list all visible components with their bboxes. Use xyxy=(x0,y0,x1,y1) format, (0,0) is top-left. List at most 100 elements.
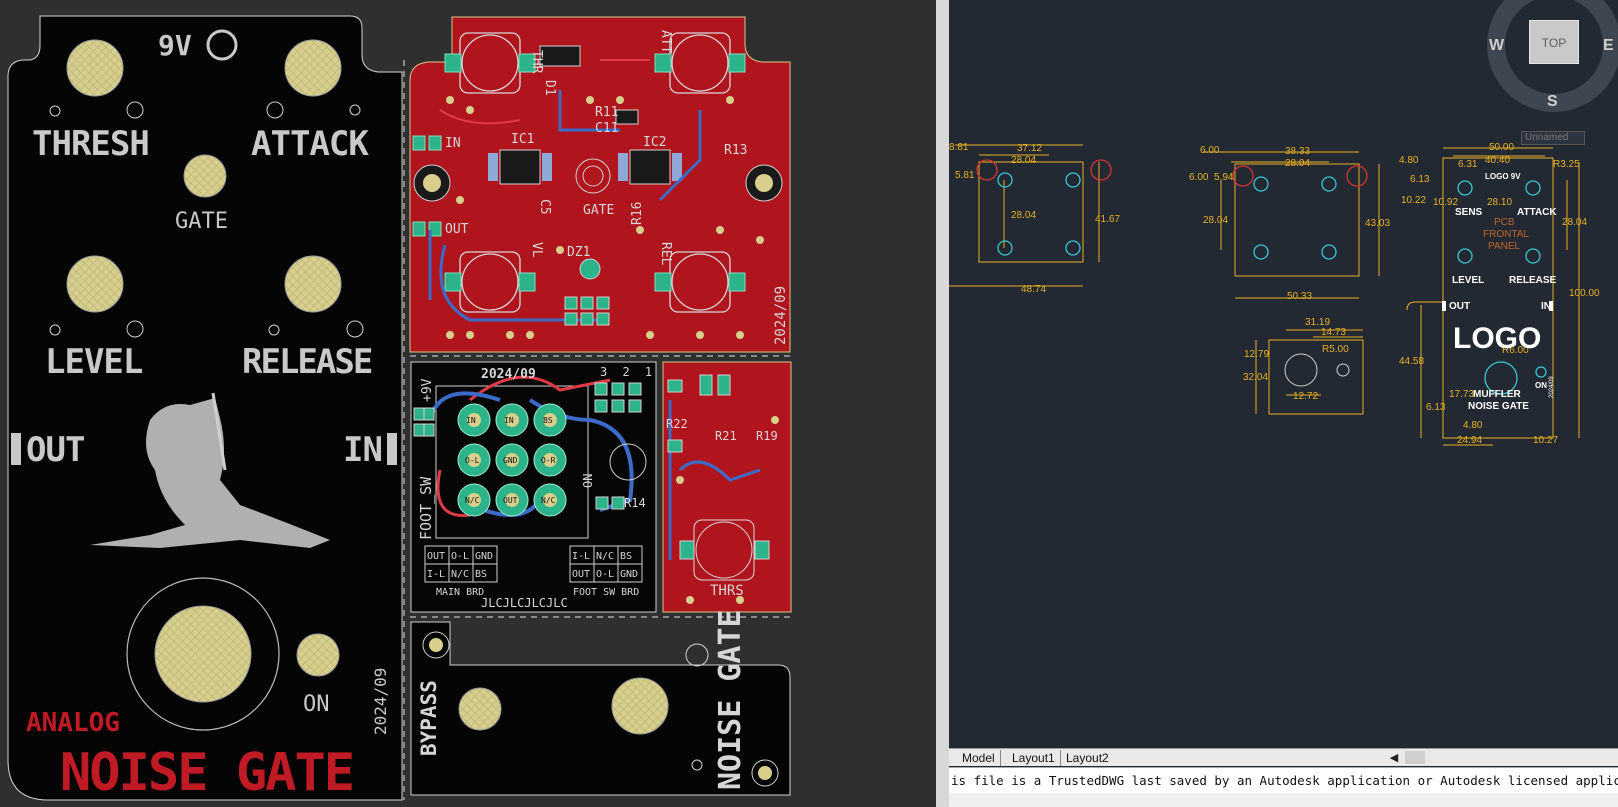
cad-logo9v: LOGO 9V xyxy=(1485,172,1521,181)
dim-text: 6.13 xyxy=(1426,402,1446,413)
viewcube-east: E xyxy=(1603,37,1614,54)
cad-on: ON xyxy=(1535,381,1547,390)
thrs-label: THRS xyxy=(710,583,744,599)
cad-release: RELEASE xyxy=(1509,275,1557,286)
pcb-canvas[interactable]: 9V THRESH ATTACK GATE LEVEL RELEASE OUT … xyxy=(0,0,936,807)
gate-label: GATE xyxy=(175,209,228,234)
foot-sw-label: FOOT_SW xyxy=(417,476,435,540)
scroll-left-icon[interactable]: ◀ xyxy=(1387,751,1401,765)
cad-frontal: FRONTAL xyxy=(1483,229,1529,240)
dim-text: 38.33 xyxy=(1285,146,1310,157)
dim-text: 6.31 xyxy=(1458,159,1478,170)
level-label: LEVEL xyxy=(45,342,143,382)
horizontal-scrollbar[interactable] xyxy=(1405,751,1425,764)
c11-label: C11 xyxy=(595,121,618,136)
dim-text: R3.25 xyxy=(1553,159,1580,170)
bypass-board[interactable]: BYPASS NOISE GATE xyxy=(410,609,791,796)
main-brd-label: MAIN BRD xyxy=(436,587,484,598)
dim-text: 28.04 xyxy=(1011,210,1036,221)
release-label: RELEASE xyxy=(242,342,372,382)
grid-label: OUT xyxy=(572,569,590,580)
cad-viewport[interactable]: W E S 8.81 37.12 28.04 5.81 28.04 41.67 … xyxy=(949,0,1618,807)
viewcube-south: S xyxy=(1547,93,1558,110)
r16-label: R16 xyxy=(630,202,645,225)
voltage-label: +9V xyxy=(420,378,435,402)
on-label: ON xyxy=(303,692,330,717)
tab-model[interactable]: Model xyxy=(957,750,1001,766)
analog-label: ANALOG xyxy=(26,708,120,738)
dim-text: 10.27 xyxy=(1533,435,1558,446)
dim-text: 40.40 xyxy=(1485,155,1510,166)
pad-label: GND xyxy=(503,456,518,465)
dim-text: 24.94 xyxy=(1457,435,1482,446)
in-jack-label: IN xyxy=(343,430,382,470)
out-jack-label: OUT xyxy=(26,430,84,470)
r19-label: R19 xyxy=(756,429,778,443)
r11-label: R11 xyxy=(595,105,618,120)
footswitch-board[interactable]: IN IN BS O-L GND O-R N/C OUT N/C OUT O-L… xyxy=(410,361,657,613)
dim-text: 43.03 xyxy=(1365,218,1390,229)
r22-label: R22 xyxy=(666,417,688,431)
cad-canvas[interactable]: W E S 8.81 37.12 28.04 5.81 28.04 41.67 … xyxy=(949,0,1618,807)
cad-muffler: MUFFLER xyxy=(1473,389,1522,400)
cad-pcb: PCB xyxy=(1494,217,1515,228)
thresh-knob-hole xyxy=(66,39,124,97)
dim-text: 28.04 xyxy=(1285,158,1310,169)
gate-knob-hole xyxy=(183,154,227,198)
dim-text: 6.13 xyxy=(1410,174,1430,185)
c5-label: C5 xyxy=(537,199,552,215)
dim-text: 37.12 xyxy=(1017,143,1042,154)
dim-text: 5.94 xyxy=(1214,172,1234,183)
bypass-title: NOISE GATE xyxy=(713,609,748,790)
pad-label: IN xyxy=(504,416,514,425)
dim-text: 5.81 xyxy=(955,170,975,181)
r21-label: R21 xyxy=(715,429,737,443)
pcb-viewport[interactable]: 9V THRESH ATTACK GATE LEVEL RELEASE OUT … xyxy=(0,0,936,807)
att-pot-label: ATT xyxy=(658,30,673,54)
foot-board-date: 2024/09 xyxy=(481,367,536,382)
main-board[interactable]: THR ATT VL REL IN OUT GATE DZ1 R11 C11 I… xyxy=(409,16,791,353)
viewcube-top-face[interactable]: TOP xyxy=(1529,20,1579,64)
grid-label: BS xyxy=(620,551,632,562)
tab-layout2[interactable]: Layout2 xyxy=(1061,750,1114,766)
attack-knob-hole xyxy=(284,39,342,97)
pad-label: O-L xyxy=(465,456,480,465)
dim-text: 44.58 xyxy=(1399,356,1424,367)
grid-label: GND xyxy=(620,569,638,580)
dz1-label: DZ1 xyxy=(567,245,590,260)
tab-layout1[interactable]: Layout1 xyxy=(1007,750,1061,766)
grid-label: I-L xyxy=(427,569,445,580)
attack-label: ATTACK xyxy=(251,124,369,164)
vl-pot-label: VL xyxy=(529,242,544,258)
dim-text: 28.04 xyxy=(1203,215,1228,226)
ic1-label: IC1 xyxy=(511,132,534,147)
pad-label: N/C xyxy=(465,496,480,505)
dim-text: 50.33 xyxy=(1287,291,1312,302)
dim-text: 28.10 xyxy=(1487,197,1512,208)
board-date: 2024/09 xyxy=(773,286,789,345)
cad-logo: LOGO xyxy=(1453,322,1541,355)
release-knob-hole xyxy=(284,255,342,313)
dim-text: 6.00 xyxy=(1189,172,1209,183)
grid-label: N/C xyxy=(451,569,469,580)
panel-date: 2024/09 xyxy=(371,668,390,735)
pad-label: OUT xyxy=(503,496,518,505)
dim-text: 32.04 xyxy=(1243,372,1268,383)
sens-board[interactable]: THRS R22 R21 R19 xyxy=(662,361,792,613)
cad-sens: SENS xyxy=(1455,207,1483,218)
ucs-dropdown[interactable]: Unnamed xyxy=(1521,131,1585,145)
grid-label: BS xyxy=(475,569,487,580)
pad-label: IN xyxy=(466,416,476,425)
cad-out: OUT xyxy=(1449,301,1470,312)
viewport-splitter[interactable] xyxy=(936,0,949,807)
dim-text: 10.22 xyxy=(1401,195,1426,206)
on-pad-label: ON xyxy=(581,474,595,488)
grid-label: O-L xyxy=(596,569,614,580)
grid-label: OUT xyxy=(427,551,445,562)
dim-text: 6.00 xyxy=(1200,145,1220,156)
cad-date: 2024/09 xyxy=(1549,376,1555,398)
bypass-label: BYPASS xyxy=(417,680,441,756)
footswitch-hole xyxy=(154,605,252,703)
foot-sw-brd-label: FOOT SW BRD xyxy=(573,587,639,598)
layout-tabbar: Model Layout1 Layout2 ◀ xyxy=(949,748,1618,766)
